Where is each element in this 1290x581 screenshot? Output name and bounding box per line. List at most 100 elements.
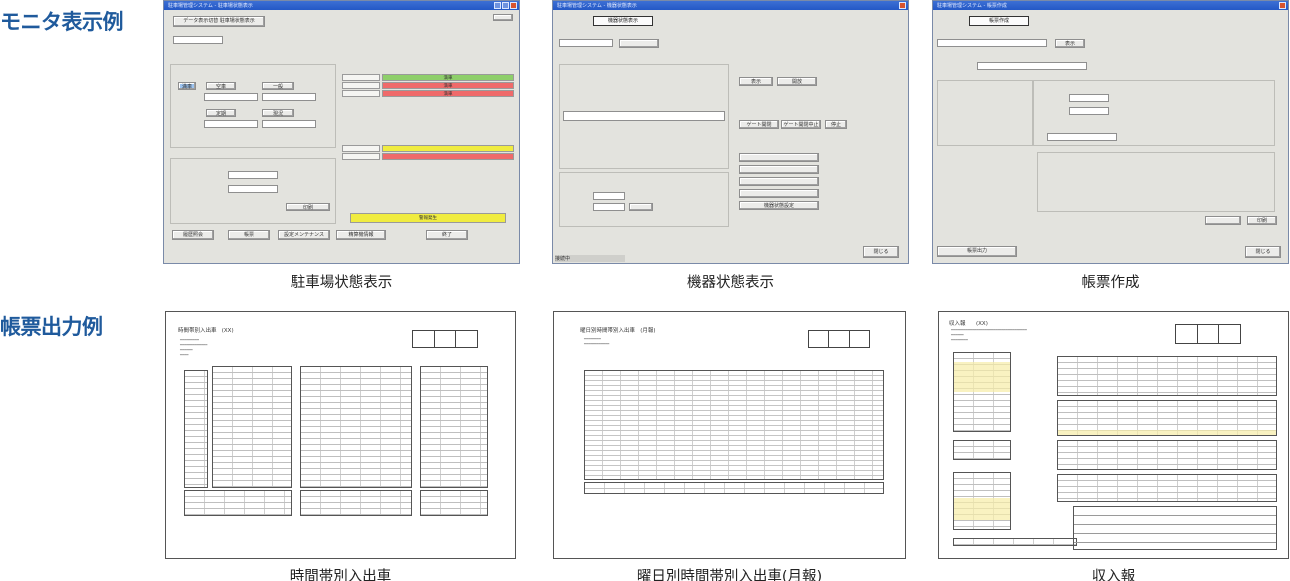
income-highlight-3: [1058, 430, 1276, 435]
income-total-bar: [953, 538, 1077, 546]
report-type-select[interactable]: [977, 62, 1087, 70]
gate-control-button[interactable]: ゲート開閉: [739, 120, 779, 129]
device-button-3[interactable]: [739, 177, 819, 186]
report-creation-screenshot: 駐車場管理システム - 帳票作成 帳票作成 表示 印刷 帳票出力 閉じる: [932, 0, 1289, 264]
header-button[interactable]: 機器状態表示: [593, 16, 653, 26]
entry-field-2[interactable]: [228, 185, 278, 193]
status-indicator-2: 満車: [382, 82, 514, 89]
alert-bar: 警報発生: [350, 213, 506, 223]
minimize-icon[interactable]: [494, 2, 501, 9]
status-label-2: [342, 82, 380, 89]
monitor-section-title: モニタ表示例: [0, 10, 124, 34]
close-icon[interactable]: [899, 2, 906, 9]
report-title: 曜日別時間帯別入出車 (月報): [580, 326, 656, 334]
entry-field-1[interactable]: [228, 171, 278, 179]
parking-status-screenshot: 駐車場管理システム - 駐車場状態表示 データ表示切替 駐車場状態表示 満車 空…: [163, 0, 520, 264]
device-button-4[interactable]: [739, 189, 819, 198]
counts-group: [170, 64, 336, 148]
exit-button[interactable]: 終了: [426, 230, 468, 240]
status-button[interactable]: 現況: [262, 109, 294, 117]
end-date-field[interactable]: [1069, 107, 1109, 115]
stop-button[interactable]: 停止: [825, 120, 847, 129]
history-button[interactable]: 履歴照会: [172, 230, 214, 240]
machine-info-button[interactable]: 精算機情報: [336, 230, 386, 240]
equipment-status-caption: 機器状態表示: [687, 275, 774, 291]
title-bar: 駐車場管理システム - 駐車場状態表示: [164, 1, 519, 10]
top-right-button[interactable]: [493, 14, 513, 21]
header-button[interactable]: 帳票作成: [969, 16, 1029, 26]
status-label-5: [342, 153, 380, 160]
memo-area: [1073, 506, 1277, 550]
title-bar: 駐車場管理システム - 帳票作成: [933, 1, 1288, 10]
close-icon[interactable]: [1279, 2, 1286, 9]
count-field-3[interactable]: [204, 120, 258, 128]
count-field-4[interactable]: [262, 120, 316, 128]
summary-grid-1: [184, 490, 292, 516]
report-output-button[interactable]: 帳票出力: [937, 246, 1017, 257]
report-creation-caption: 帳票作成: [1081, 275, 1140, 291]
general-button[interactable]: 一般: [262, 82, 294, 90]
equipment-setting-button[interactable]: 機器状態設定: [739, 201, 819, 210]
maintenance-button[interactable]: 設定メンテナンス: [278, 230, 330, 240]
report-subtitle: (XX): [221, 328, 234, 334]
header-button[interactable]: データ表示切替 駐車場状態表示: [173, 16, 265, 27]
regular-button[interactable]: 定期: [206, 109, 236, 117]
income-right-grid-1: [1057, 356, 1277, 396]
income-left-grid-2: [953, 440, 1011, 460]
detail-group: [1037, 152, 1275, 212]
income-right-grid-3: [1057, 440, 1277, 470]
status-label-3: [342, 90, 380, 97]
income-report-caption: 収入報: [1091, 569, 1136, 581]
comm-button[interactable]: [629, 203, 653, 211]
maximize-icon[interactable]: [502, 2, 509, 9]
device-button-2[interactable]: [739, 165, 819, 174]
close-button[interactable]: 閉じる: [863, 246, 899, 258]
weekday-grid: [584, 370, 884, 480]
device-button-1[interactable]: [739, 153, 819, 162]
select-button[interactable]: [619, 39, 659, 48]
report-button[interactable]: 帳票: [228, 230, 270, 240]
comm-field-1[interactable]: [593, 192, 625, 200]
comm-field-2[interactable]: [593, 203, 625, 211]
count-field-1[interactable]: [204, 93, 258, 101]
window-title: 駐車場管理システム - 駐車場状態表示: [168, 3, 253, 9]
close-icon[interactable]: [510, 2, 517, 9]
parking-selector[interactable]: [173, 36, 223, 44]
gate-cancel-button[interactable]: ゲート開閉中止: [781, 120, 821, 129]
parking-selector[interactable]: [937, 39, 1047, 47]
monthly-report-caption: 曜日別時間帯別入出車(月報): [636, 569, 823, 581]
report-title: 時間帯別入出車 (XX): [178, 326, 234, 334]
income-highlight-2: [954, 498, 1010, 520]
print-button[interactable]: 印刷: [1247, 216, 1277, 225]
window-title: 駐車場管理システム - 帳票作成: [937, 3, 1007, 9]
close-button[interactable]: 閉じる: [1245, 246, 1281, 258]
full-button[interactable]: 満車: [178, 82, 196, 90]
hourly-report-caption: 時間帯別入出車: [289, 569, 392, 581]
data-grid-2: [300, 366, 412, 488]
status-label-4: [342, 145, 380, 152]
report-section-title: 帳票出力例: [0, 315, 103, 339]
comm-group: [559, 172, 729, 227]
income-report-thumbnail: 収入報 (XX) ━━━━━━━━━━━━━━━━━━━━━━━━━━━━━━━…: [938, 311, 1289, 559]
preview-button[interactable]: [1205, 216, 1241, 225]
count-field-2[interactable]: [262, 93, 316, 101]
open-button[interactable]: 開放: [777, 77, 817, 86]
period-group: [937, 80, 1033, 146]
display-button[interactable]: 表示: [739, 77, 773, 86]
parking-selector[interactable]: [559, 39, 613, 47]
income-highlight-1: [954, 362, 1010, 392]
equipment-list[interactable]: [563, 111, 725, 121]
hour-column: [184, 370, 208, 488]
title-bar: 駐車場管理システム - 機器状態表示: [553, 1, 908, 10]
format-select[interactable]: [1047, 133, 1117, 141]
empty-button[interactable]: 空車: [206, 82, 236, 90]
print-button[interactable]: 印刷: [286, 203, 330, 211]
start-date-field[interactable]: [1069, 94, 1109, 102]
equipment-status-screenshot: 駐車場管理システム - 機器状態表示 機器状態表示 表示 開放 ゲート開閉 ゲー…: [552, 0, 909, 264]
monthly-report-thumbnail: 曜日別時間帯別入出車 (月報) ━━━━━━━━ ━━━━━━━━━━━━: [553, 311, 906, 559]
display-button[interactable]: 表示: [1055, 39, 1085, 48]
report-subtitle: (月報): [640, 328, 656, 334]
report-meta: ━━━━━━━━ ━━━━━━━━━━━━: [584, 337, 610, 346]
approval-stamps: [412, 330, 478, 348]
hourly-report-thumbnail: 時間帯別入出車 (XX) ━━━━━━━━━ ━━━━━━━━━━━━━ ━━━━━…: [165, 311, 516, 559]
